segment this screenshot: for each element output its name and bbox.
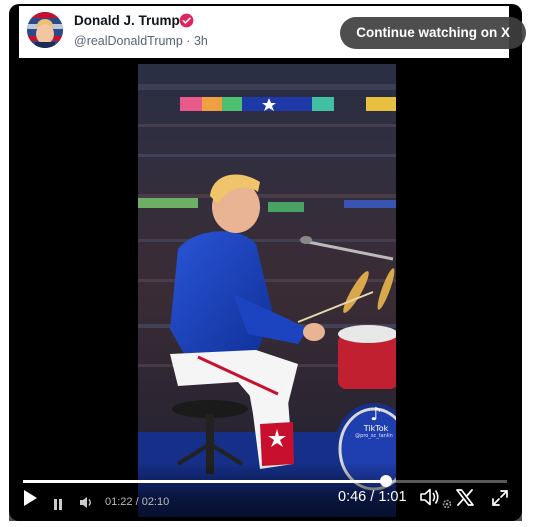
author-meta: @realDonaldTrump · 3h	[74, 34, 208, 48]
post-time[interactable]: 3h	[194, 34, 208, 48]
tiktok-watermark: ♪ TikTok @pro_sc_tanlin	[355, 404, 394, 440]
volume-icon[interactable]	[420, 488, 439, 511]
author-handle[interactable]: @realDonaldTrump	[74, 34, 183, 48]
time-separator: /	[370, 489, 375, 505]
progress-scrubber[interactable]	[380, 475, 392, 487]
pause-icon[interactable]	[53, 497, 63, 515]
avatar[interactable]	[27, 12, 63, 48]
time-display: 0:46 / 1:01	[338, 489, 407, 505]
player-controls: 01:22 / 02:10 0:46 / 1:01	[9, 462, 522, 521]
duration: 1:01	[378, 489, 407, 505]
embedded-time-label: 01:22 / 02:10	[105, 496, 170, 508]
video-still-image	[138, 64, 396, 517]
watermark-user: @pro_sc_tanlin	[355, 433, 393, 439]
play-icon[interactable]	[22, 489, 38, 512]
tiktok-logo-icon: ♪	[370, 404, 382, 425]
x-logo-icon[interactable]	[456, 489, 474, 511]
watermark-brand: TikTok	[363, 424, 389, 433]
fullscreen-icon[interactable]	[491, 489, 509, 512]
video-scene: ♪ TikTok @pro_sc_tanlin	[138, 64, 396, 517]
continue-watching-button[interactable]: Continue watching on X	[340, 17, 526, 49]
volume-icon[interactable]	[79, 496, 93, 514]
gear-icon[interactable]	[441, 497, 453, 515]
progress-fill	[23, 480, 386, 483]
current-time: 0:46	[338, 489, 367, 505]
meta-separator: ·	[186, 34, 191, 48]
verified-badge-icon	[179, 13, 194, 28]
progress-bar[interactable]	[23, 475, 507, 487]
avatar-image	[27, 12, 63, 48]
author-name[interactable]: Donald J. Trump	[74, 13, 180, 28]
